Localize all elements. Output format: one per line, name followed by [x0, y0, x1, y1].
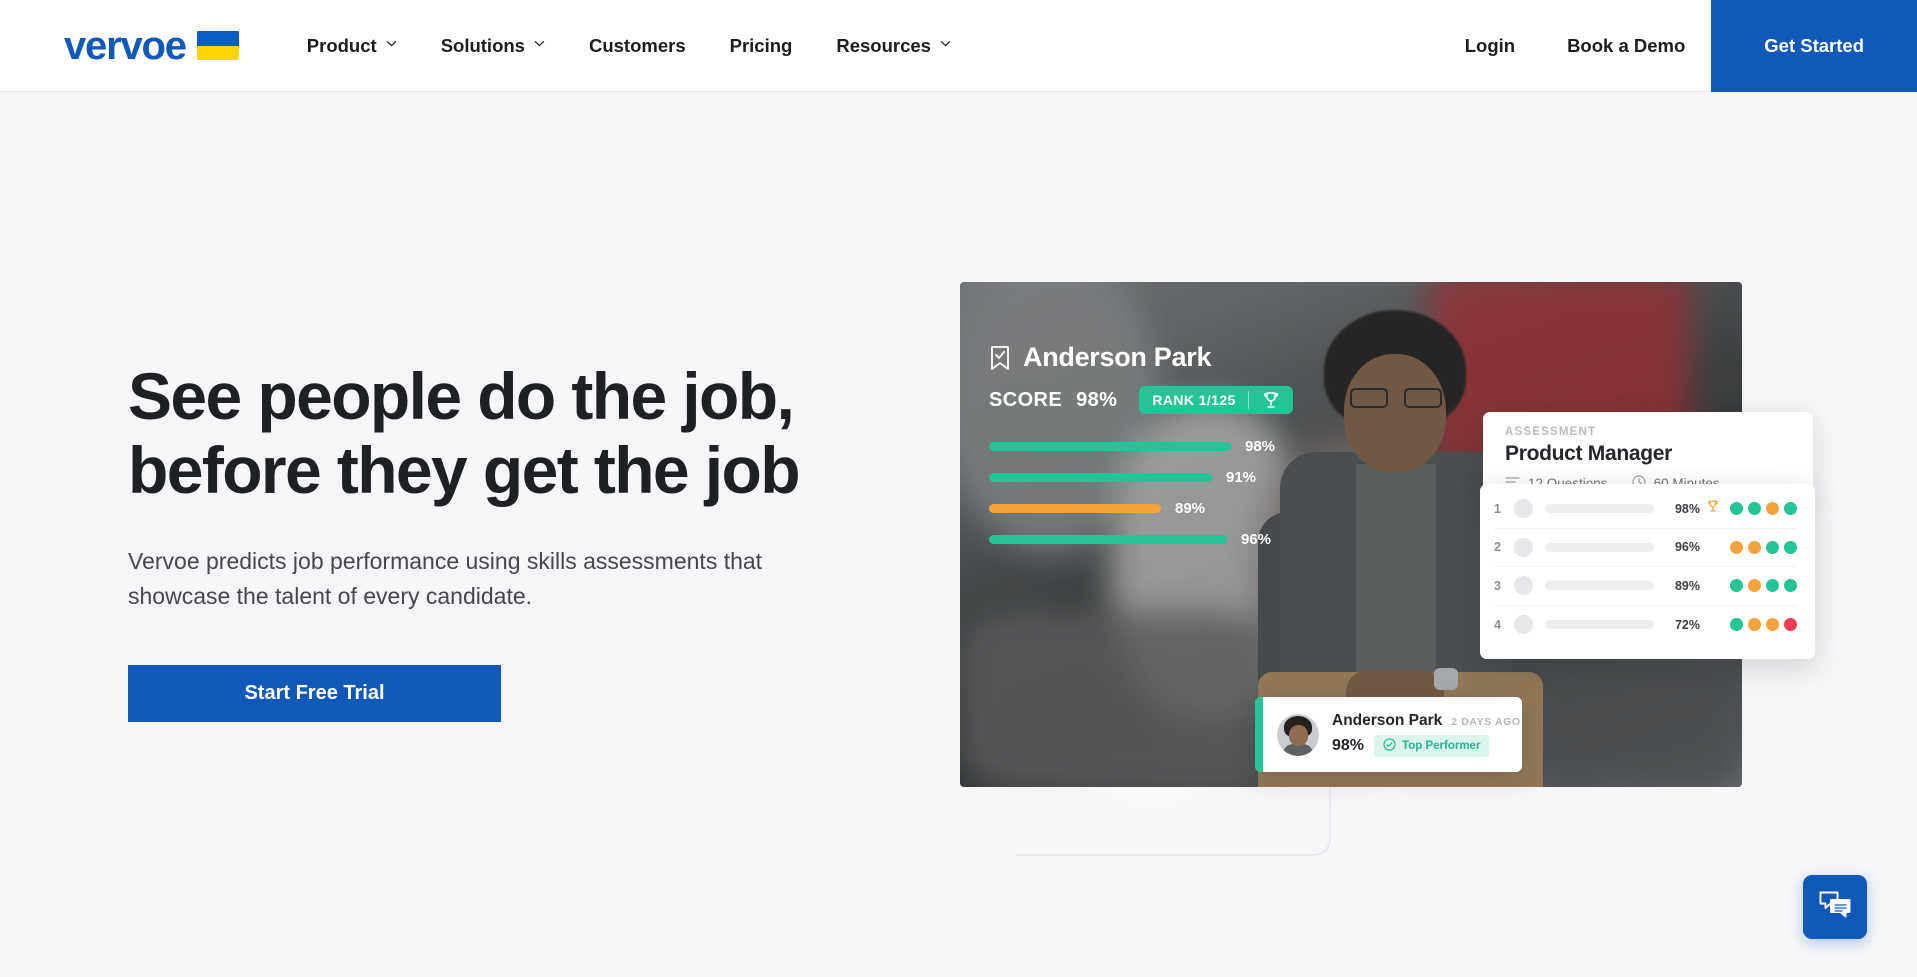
hero-section: See people do the job, before they get t…	[0, 92, 1917, 977]
progress-bar	[1545, 542, 1654, 552]
candidate-name: Anderson Park	[1023, 342, 1212, 372]
score-value: 98%	[1076, 388, 1118, 411]
score-value: 98%	[1674, 501, 1700, 516]
status-badge-label: Top Performer	[1402, 740, 1481, 752]
avatar	[1514, 576, 1533, 596]
login-link[interactable]: Login	[1439, 35, 1541, 57]
hero-visual: Anderson Park SCORE 98% RANK 1/125 98% 9…	[955, 277, 1815, 977]
start-free-trial-button[interactable]: Start Free Trial	[128, 665, 501, 723]
table-row[interactable]: 3 89%	[1494, 567, 1797, 606]
skill-bar	[989, 504, 1161, 513]
nav-label: Solutions	[440, 34, 525, 56]
progress-bar	[1545, 504, 1654, 514]
ukraine-flag-icon	[196, 31, 239, 60]
nav-item-customers[interactable]: Customers	[567, 0, 708, 92]
score-label: SCORE 98%	[989, 388, 1118, 411]
candidate-name: Anderson Park	[1332, 712, 1443, 729]
book-demo-link[interactable]: Book a Demo	[1541, 35, 1711, 57]
skill-bar	[989, 442, 1231, 451]
nav-label: Product	[306, 34, 377, 56]
candidate-ranking-card[interactable]: 1 98% 2 96% 3 89% 4 72%	[1480, 484, 1815, 659]
chat-bubbles-icon	[1818, 890, 1852, 925]
accent-bar	[1255, 697, 1263, 772]
top-performer-notification[interactable]: Anderson Park 2 DAYS AGO 98% Top Perform…	[1255, 697, 1522, 772]
score-dots	[1730, 502, 1797, 516]
nav-label: Resources	[836, 34, 931, 56]
skill-bar-value: 91%	[1226, 469, 1257, 486]
skill-bar-value: 96%	[1241, 531, 1272, 548]
progress-bar	[1545, 581, 1654, 591]
bookmark-check-icon	[989, 345, 1011, 371]
score-dots	[1730, 618, 1797, 632]
skill-bar-row: 89%	[989, 500, 1509, 517]
rank-label: RANK 1/125	[1152, 392, 1236, 408]
status-badge: Top Performer	[1374, 735, 1490, 757]
skill-bar-row: 98%	[989, 438, 1509, 455]
chat-widget-button[interactable]	[1803, 875, 1867, 939]
avatar	[1514, 615, 1533, 635]
skill-bar-value: 89%	[1175, 500, 1206, 517]
score-value: 89%	[1674, 578, 1700, 593]
skill-bar	[989, 473, 1212, 482]
nav-item-solutions[interactable]: Solutions	[419, 0, 567, 92]
skill-bar-value: 98%	[1245, 438, 1276, 455]
nav-item-pricing[interactable]: Pricing	[708, 0, 815, 92]
score-dots	[1730, 540, 1797, 554]
nav-item-resources[interactable]: Resources	[814, 0, 973, 92]
rank-number: 4	[1494, 617, 1501, 632]
rank-number: 2	[1494, 540, 1501, 555]
nav-label: Customers	[588, 34, 686, 56]
table-row[interactable]: 1 98%	[1494, 490, 1797, 529]
site-header: vervoe Product Solutions Customers Prici…	[0, 0, 1917, 92]
chevron-down-icon	[386, 38, 397, 49]
avatar	[1514, 537, 1533, 557]
avatar	[1514, 499, 1533, 519]
assessment-kicker: ASSESSMENT	[1505, 426, 1597, 438]
skill-bar	[989, 535, 1227, 544]
rank-badge: RANK 1/125	[1139, 386, 1293, 414]
header-actions: Login Book a Demo Get Started	[1439, 0, 1917, 92]
skill-bars: 98% 91% 89% 96%	[989, 438, 1509, 548]
table-row[interactable]: 2 96%	[1494, 529, 1797, 567]
assessment-title: Product Manager	[1505, 442, 1673, 465]
hero-copy: See people do the job, before they get t…	[128, 359, 888, 723]
chevron-down-icon	[940, 38, 951, 49]
score-dots	[1730, 579, 1797, 593]
main-nav: Product Solutions Customers Pricing Reso…	[285, 0, 973, 92]
rank-number: 1	[1494, 501, 1501, 516]
score-value: 72%	[1674, 617, 1700, 632]
get-started-button[interactable]: Get Started	[1711, 0, 1917, 92]
chevron-down-icon	[534, 38, 545, 49]
progress-bar	[1545, 620, 1654, 630]
timestamp: 2 DAYS AGO	[1451, 716, 1521, 728]
logo[interactable]: vervoe	[64, 26, 239, 66]
score-overlay: Anderson Park SCORE 98% RANK 1/125 98% 9…	[989, 342, 1509, 562]
rank-number: 3	[1494, 578, 1501, 593]
score-value: 96%	[1674, 540, 1700, 555]
score-value: 98%	[1332, 737, 1365, 754]
hero-subtitle: Vervoe predicts job performance using sk…	[128, 547, 763, 610]
trophy-icon	[1261, 390, 1281, 410]
logo-text: vervoe	[64, 23, 187, 68]
nav-item-product[interactable]: Product	[285, 0, 419, 92]
skill-bar-row: 91%	[989, 469, 1509, 486]
nav-label: Pricing	[729, 34, 793, 56]
trophy-icon	[1706, 499, 1720, 518]
check-circle-icon	[1383, 738, 1396, 754]
avatar	[1277, 713, 1319, 756]
hero-title: See people do the job, before they get t…	[128, 359, 801, 507]
table-row[interactable]: 4 72%	[1494, 606, 1797, 645]
skill-bar-row: 96%	[989, 531, 1509, 548]
